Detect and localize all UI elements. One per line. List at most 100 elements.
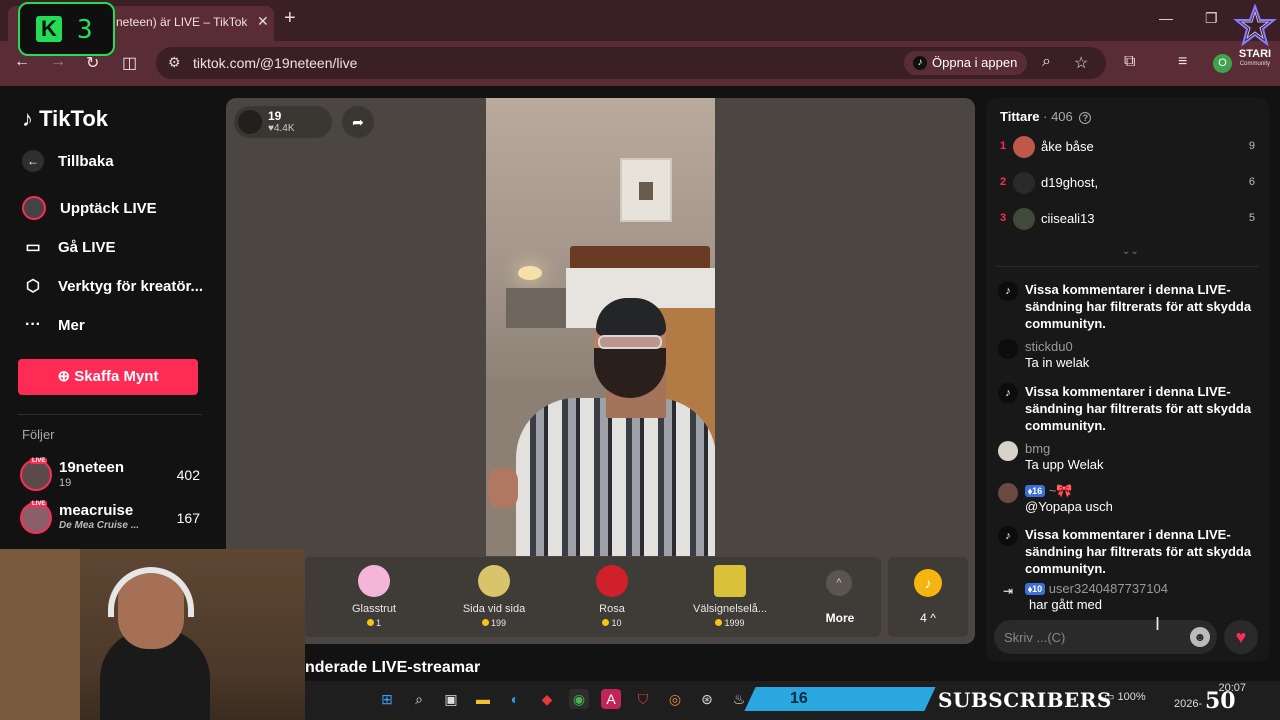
media-control-icon[interactable]: ≡ (1178, 53, 1187, 71)
host-avatar (238, 110, 262, 134)
host-name: 19 (268, 109, 282, 123)
host-info[interactable]: 19 ♥4.4K (234, 106, 332, 138)
following-item[interactable]: LIVE meacruise De Mea Cruise ... 167 (20, 501, 200, 538)
url-text[interactable]: tiktok.com/@19neteen/live (193, 55, 357, 71)
search-icon[interactable]: ⌕ (1042, 53, 1051, 71)
emoji-icon[interactable]: ☻ (1190, 627, 1210, 647)
following-name: 19neteen (59, 459, 125, 476)
following-sub: 19 (59, 477, 72, 489)
tiktok-icon: ♪ (913, 56, 927, 70)
tiktok-icon: ♪ (998, 383, 1018, 403)
live-player[interactable]: 19 ♥4.4K ➦ Glasstrut 1 Sida vid sida 199… (226, 98, 975, 644)
rank-number: 3 (1000, 212, 1007, 224)
message-user[interactable]: ⬧16 ~🎀 (1025, 483, 1072, 499)
clock-date[interactable]: 2026- (1174, 698, 1202, 710)
tiktok-logo[interactable]: ♪ TikTok (22, 106, 108, 132)
coin-balance[interactable]: ♪ 4 ^ (888, 557, 968, 637)
split-view-icon[interactable]: ◫ (122, 53, 137, 73)
site-info-icon[interactable]: ⚙ (168, 54, 181, 71)
subs-count: 16 (790, 690, 808, 707)
live-avatar (22, 196, 46, 220)
streamer-hand (488, 468, 518, 508)
gift-bar: Glasstrut 1 Sida vid sida 199 Rosa 10 Vä… (304, 557, 881, 637)
tab-title: neteen) är LIVE – TikTok (116, 15, 248, 29)
nav-more[interactable]: ··· Mer (22, 316, 85, 334)
shield-icon[interactable]: ⛉ (633, 689, 653, 709)
message-text: har gått med (1029, 597, 1102, 612)
back-link[interactable]: ← Tillbaka (22, 150, 114, 172)
tiktok-note-icon: ♪ (22, 106, 33, 131)
extensions-icon[interactable]: ⧉ (1124, 53, 1135, 71)
like-heart-button[interactable]: ♥ (1224, 620, 1258, 654)
chevron-up-icon[interactable]: ^ (826, 570, 852, 596)
gift-item[interactable]: Välsignelselå... 1999 (680, 557, 780, 637)
minimize-icon[interactable]: — (1159, 10, 1173, 26)
chrome-icon[interactable]: ◉ (569, 689, 589, 709)
live-video[interactable] (486, 98, 715, 556)
reload-icon[interactable]: ↻ (86, 53, 99, 73)
following-item[interactable]: LIVE 19neteen 19 402 (20, 458, 200, 495)
tiktok-icon: ♪ (998, 281, 1018, 301)
message-text: Vissa kommentarer i denna LIVE-sändning … (1025, 384, 1252, 433)
chat-input[interactable]: Skriv ...(C) ☻ (994, 620, 1217, 654)
streamer-shirt (516, 398, 715, 556)
message-user[interactable]: ⬧10 user3240487737104 (1025, 581, 1168, 596)
ice-cream-icon (358, 565, 390, 597)
chevron-down-icon[interactable]: ⌄⌄ (1122, 246, 1139, 257)
avatar (998, 441, 1018, 461)
share-icon[interactable]: ➦ (342, 106, 374, 138)
join-icon: ⇥ (1002, 584, 1014, 598)
gift-item[interactable]: Rosa 10 (562, 557, 662, 637)
avatar (1013, 208, 1035, 230)
kick-logo-icon: K (36, 16, 62, 42)
new-tab-icon[interactable]: + (284, 8, 296, 28)
gift-item[interactable]: Glasstrut 1 (324, 557, 424, 637)
restore-icon[interactable]: ❐ (1205, 10, 1218, 27)
message-user[interactable]: bmg (1025, 441, 1050, 456)
host-likes: ♥4.4K (268, 123, 295, 134)
edge-icon[interactable]: ◐ (505, 689, 525, 709)
gift-price: 10 (562, 618, 662, 628)
battery-icon: ▭ (1104, 691, 1115, 703)
app-orange-icon[interactable]: ◎ (665, 689, 685, 709)
coin-icon (715, 619, 723, 626)
nav-label: Upptäck LIVE (60, 199, 157, 217)
subs-label: SUBSCRIBERS (938, 688, 1112, 712)
app-ring-icon[interactable]: ⊛ (697, 689, 717, 709)
coin-icon: ⊕ (57, 368, 71, 385)
address-bar[interactable]: ⚙ tiktok.com/@19neteen/live ♪ Öppna i ap… (156, 47, 1106, 79)
app-red-icon[interactable]: ◆ (537, 689, 557, 709)
kick-counter: 3 (77, 15, 93, 45)
gift-price: 199 (444, 618, 544, 628)
gift-item[interactable]: Sida vid sida 199 (444, 557, 544, 637)
treasure-box-icon (714, 565, 746, 597)
wall-frame (620, 158, 672, 222)
top-viewer[interactable]: 2 d19ghost, 6 (1000, 172, 1255, 196)
get-coins-button[interactable]: ⊕ Skaffa Mynt (18, 359, 198, 395)
webcam-curtain (0, 549, 80, 720)
search-icon[interactable]: ⌕ (409, 689, 429, 709)
gift-name: Välsignelselå... (693, 603, 767, 615)
bookmark-star-icon[interactable]: ☆ (1074, 53, 1088, 73)
nav-go-live[interactable]: ▭ Gå LIVE (22, 237, 115, 257)
creator-tools-icon: ⬡ (26, 278, 40, 295)
tab-close-icon[interactable]: ✕ (257, 13, 269, 30)
app-icon[interactable]: A (601, 689, 621, 709)
task-view-icon[interactable]: ▣ (441, 689, 461, 709)
profile-avatar[interactable]: O (1213, 54, 1232, 73)
top-viewer[interactable]: 3 ciiseali13 5 (1000, 208, 1255, 232)
open-in-app-button[interactable]: ♪ Öppna i appen (904, 51, 1028, 75)
following-sub: De Mea Cruise ... (59, 520, 140, 531)
nav-discover-live[interactable]: Upptäck LIVE (22, 196, 157, 220)
streamer-glasses (598, 335, 662, 349)
top-viewer[interactable]: 1 åke båse 9 (1000, 136, 1255, 160)
more-gifts-button[interactable]: More (812, 611, 868, 625)
file-explorer-icon[interactable]: ▬ (473, 689, 493, 709)
windows-start-icon[interactable]: ⊞ (377, 689, 397, 709)
battery-status[interactable]: ▭ 100% (1104, 690, 1146, 703)
rank-number: 2 (1000, 176, 1007, 188)
open-in-app-label: Öppna i appen (932, 55, 1018, 70)
nav-creator-tools[interactable]: ⬡ Verktyg för kreatör... (22, 276, 203, 296)
help-icon[interactable]: ? (1079, 112, 1092, 124)
message-user[interactable]: stickdu0 (1025, 339, 1073, 354)
